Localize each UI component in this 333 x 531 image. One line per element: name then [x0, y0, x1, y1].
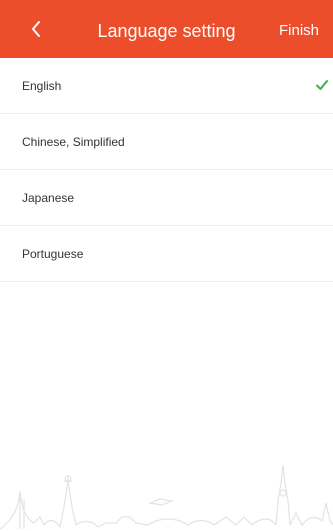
- language-list: English Chinese, Simplified Japanese Por…: [0, 58, 333, 282]
- language-label: Chinese, Simplified: [22, 135, 125, 149]
- top-bar: Language setting Finish: [0, 0, 333, 58]
- language-label: Japanese: [22, 191, 75, 205]
- back-button[interactable]: [22, 14, 50, 44]
- language-label: Portuguese: [22, 247, 84, 261]
- language-label: English: [22, 79, 62, 93]
- checkmark-icon: [316, 80, 328, 90]
- language-option-chinese-simplified[interactable]: Chinese, Simplified: [0, 114, 333, 170]
- language-option-japanese[interactable]: Japanese: [0, 170, 333, 226]
- language-option-english[interactable]: English: [0, 58, 333, 114]
- page-title: Language setting: [97, 21, 236, 41]
- language-option-portuguese[interactable]: Portuguese: [0, 226, 333, 282]
- city-skyline-illustration: [0, 464, 333, 530]
- finish-button[interactable]: Finish: [279, 0, 319, 58]
- chevron-left-icon: [32, 21, 40, 37]
- language-setting-screen: Language setting Finish English Chinese,…: [0, 0, 333, 531]
